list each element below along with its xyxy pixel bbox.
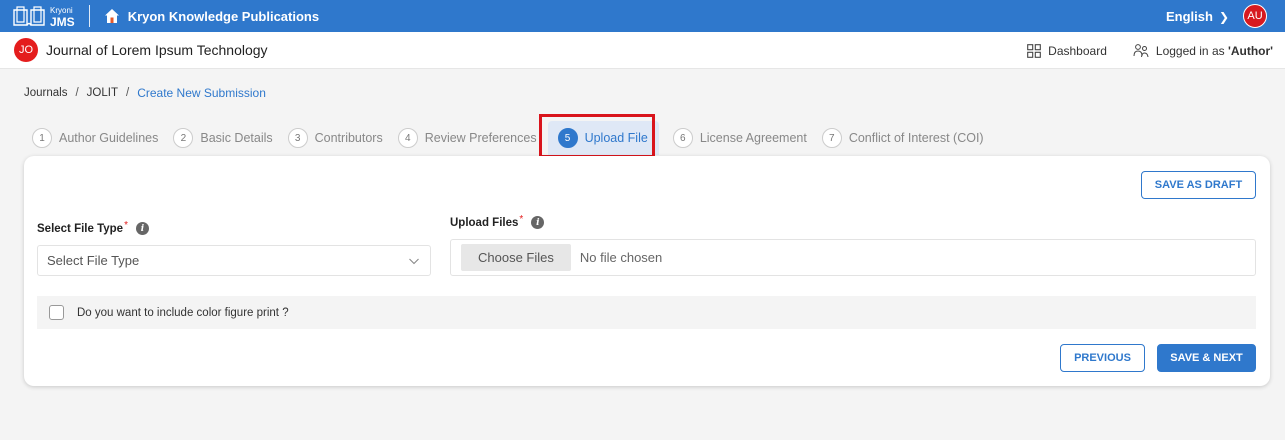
step-label: Author Guidelines — [59, 131, 159, 145]
jms-logo[interactable]: Kryoni JMS — [0, 0, 75, 32]
language-label: English — [1165, 8, 1213, 24]
home-icon — [104, 9, 119, 23]
required-mark: * — [519, 214, 524, 225]
logo-small-text: Kryoni — [50, 5, 73, 15]
step-basic-details[interactable]: 2 Basic Details — [173, 128, 273, 148]
step-label: Conflict of Interest (COI) — [848, 131, 984, 145]
journal-avatar: JO — [14, 38, 38, 62]
users-icon — [1133, 43, 1149, 57]
file-type-select[interactable]: Select File Type — [37, 245, 431, 276]
logged-in-role: 'Author' — [1227, 43, 1273, 58]
chevron-right-icon: ❯ — [1218, 9, 1229, 24]
color-print-question: Do you want to include color figure prin… — [77, 306, 289, 319]
step-contributors[interactable]: 3 Contributors — [287, 128, 383, 148]
step-label: License Agreement — [699, 131, 807, 145]
logged-in-status: Logged in as 'Author' — [1133, 43, 1273, 59]
step-review-preferences[interactable]: 4 Review Preferences — [397, 128, 537, 148]
chevron-down-icon — [409, 258, 419, 265]
file-type-label: Select File Type * i — [37, 220, 149, 235]
step-label: Basic Details — [200, 131, 273, 145]
topbar-divider — [88, 5, 90, 27]
color-print-checkbox[interactable] — [49, 305, 64, 320]
file-type-label-text: Select File Type — [37, 222, 124, 235]
top-bar: Kryoni JMS Kryon Knowledge Publications … — [0, 0, 1285, 32]
step-number: 1 — [32, 128, 52, 148]
previous-button[interactable]: PREVIOUS — [1060, 344, 1145, 372]
dashboard-link[interactable]: Dashboard — [1027, 44, 1107, 58]
step-number: 7 — [821, 128, 842, 148]
upload-file-card: SAVE AS DRAFT Select File Type * i Select… — [24, 156, 1270, 386]
journal-bar: JO Journal of Lorem Ipsum Technology Das… — [0, 32, 1285, 69]
file-type-placeholder: Select File Type — [47, 253, 140, 268]
choose-files-button[interactable]: Choose Files — [461, 244, 571, 271]
breadcrumb-separator: / — [125, 87, 130, 99]
breadcrumb-jolit[interactable]: JOLIT — [87, 87, 118, 99]
step-number: 6 — [672, 128, 693, 148]
no-file-chosen-text: No file chosen — [579, 250, 663, 265]
brand-title[interactable]: Kryon Knowledge Publications — [128, 9, 319, 24]
active-step-highlight — [539, 114, 655, 158]
step-number: 2 — [173, 128, 194, 148]
step-label: Contributors — [314, 131, 383, 145]
step-number: 3 — [287, 128, 308, 148]
save-as-draft-button[interactable]: SAVE AS DRAFT — [1141, 171, 1256, 199]
submission-steps: 1 Author Guidelines 2 Basic Details 3 Co… — [32, 120, 999, 156]
logo-big-text: JMS — [50, 14, 75, 29]
upload-files-label: Upload Files * i — [450, 214, 545, 229]
step-conflict-of-interest[interactable]: 7 Conflict of Interest (COI) — [821, 128, 984, 148]
step-author-guidelines[interactable]: 1 Author Guidelines — [32, 128, 158, 148]
required-mark: * — [124, 220, 128, 231]
breadcrumb-create-submission[interactable]: Create New Submission — [137, 86, 266, 100]
file-upload-input[interactable]: Choose Files No file chosen — [450, 239, 1256, 276]
step-license-agreement[interactable]: 6 License Agreement — [672, 128, 807, 148]
info-icon[interactable]: i — [135, 222, 149, 235]
user-avatar[interactable]: AU — [1243, 4, 1267, 28]
book-logo-icon — [13, 6, 45, 26]
language-selector[interactable]: English ❯ — [1166, 9, 1229, 24]
journal-title: Journal of Lorem Ipsum Technology — [46, 42, 268, 58]
step-label: Review Preferences — [424, 131, 537, 145]
color-figure-print-row: Do you want to include color figure prin… — [37, 296, 1256, 329]
dashboard-label: Dashboard — [1048, 43, 1107, 58]
save-and-next-button[interactable]: SAVE & NEXT — [1157, 344, 1256, 372]
logged-in-prefix: Logged in as — [1155, 43, 1225, 58]
breadcrumb-separator: / — [75, 87, 79, 99]
grid-icon — [1027, 43, 1042, 58]
step-number: 4 — [397, 128, 418, 148]
breadcrumb: Journals / JOLIT / Create New Submission — [24, 86, 266, 100]
breadcrumb-journals[interactable]: Journals — [24, 87, 67, 99]
info-icon[interactable]: i — [531, 216, 545, 229]
upload-files-label-text: Upload Files — [450, 216, 519, 229]
